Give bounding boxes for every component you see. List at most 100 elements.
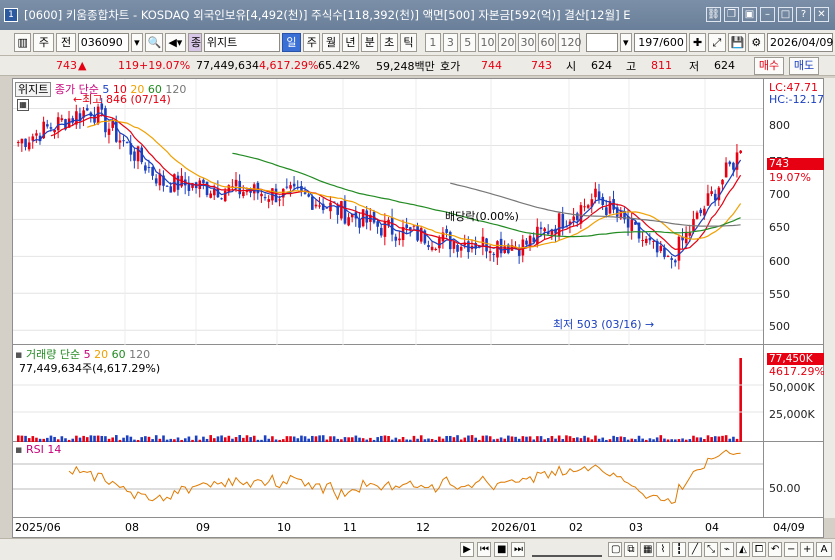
maximize-icon[interactable]: □	[778, 7, 793, 22]
candle-body	[307, 194, 310, 197]
search-icon[interactable]: 🔍	[144, 33, 163, 52]
sell-button[interactable]: 매도	[789, 57, 819, 75]
interval-week-button[interactable]: 주	[303, 33, 321, 52]
settings-icon[interactable]: ⚙	[747, 33, 765, 52]
grid-icon[interactable]: ▦	[640, 542, 654, 557]
candle-body	[220, 198, 223, 200]
stock-name-field: 위지트	[203, 33, 280, 52]
stock-type-badge[interactable]: 종	[187, 33, 202, 52]
minute-30-button[interactable]: 30	[517, 33, 536, 52]
right-scroll-area[interactable]	[824, 78, 835, 518]
speaker-icon[interactable]: ◀▾	[164, 33, 186, 52]
candle-body	[666, 256, 670, 258]
volume-bar	[706, 435, 710, 442]
last-page-icon[interactable]: ⏭	[511, 542, 525, 557]
candle-body	[24, 138, 27, 147]
copy-icon[interactable]: ⧠	[752, 542, 766, 557]
close-icon[interactable]: ✕	[814, 7, 829, 22]
candle-body	[525, 240, 528, 245]
view-mode-icon[interactable]: ▢	[608, 542, 622, 557]
custom-interval-input[interactable]	[585, 33, 618, 52]
code-dropdown-icon[interactable]: ▾	[131, 33, 143, 52]
overlay-icon[interactable]: ⧉	[624, 542, 638, 557]
candle-body	[358, 219, 361, 228]
code-input[interactable]: 036090	[77, 33, 130, 52]
zoom-in-icon[interactable]: +	[800, 542, 814, 557]
area-icon[interactable]: ◭	[736, 542, 750, 557]
minute-10-button[interactable]: 10	[477, 33, 496, 52]
candle-body	[56, 117, 60, 131]
minute-20-button[interactable]: 20	[497, 33, 516, 52]
minimize-icon[interactable]: –	[760, 7, 775, 22]
layout-icon[interactable]: ▥	[14, 33, 32, 52]
candle-body	[732, 162, 735, 170]
candle-body	[107, 128, 111, 135]
candle-body	[245, 191, 249, 193]
interval-tick-button[interactable]: 틱	[399, 33, 418, 52]
y-label-25000k: 25,000K	[769, 408, 815, 421]
panel-settings-icon[interactable]: ▦	[17, 99, 29, 111]
y-label-800: 800	[769, 119, 790, 132]
undo-icon[interactable]: ↶	[768, 542, 782, 557]
page-count-field[interactable]: 197/600	[633, 33, 687, 52]
draw-tool-icon[interactable]: ⤢	[708, 33, 726, 52]
interval-day-button[interactable]: 일	[281, 33, 302, 52]
indicator-icon[interactable]: ⌇	[656, 542, 670, 557]
candle-icon[interactable]: ┇	[672, 542, 686, 557]
interval-minute-button[interactable]: 분	[361, 33, 379, 52]
y-label-650: 650	[769, 221, 790, 234]
interval-month-button[interactable]: 월	[322, 33, 340, 52]
trend-tool-icon[interactable]: ⤡	[704, 542, 718, 557]
minute-3-button[interactable]: 3	[442, 33, 459, 52]
candle-body	[209, 193, 212, 198]
minute-5-button[interactable]: 5	[460, 33, 476, 52]
period-select[interactable]: 주	[33, 33, 55, 52]
zoom-out-icon[interactable]: −	[784, 542, 798, 557]
hc-label: HC:-12.17	[769, 93, 825, 106]
first-page-icon[interactable]: ⏮	[477, 542, 491, 557]
save-icon[interactable]: 💾	[727, 33, 746, 52]
interval-second-button[interactable]: 초	[380, 33, 398, 52]
volume-badge-rate: 4617.29%	[769, 365, 825, 378]
x-label-03: 03	[629, 521, 643, 534]
minute-60-button[interactable]: 60	[537, 33, 556, 52]
interval-year-button[interactable]: 년	[341, 33, 360, 52]
scroll-right-icon[interactable]: ▶	[460, 542, 474, 557]
candle-body	[594, 188, 597, 198]
font-size-icon[interactable]: A	[816, 542, 832, 557]
volume-panel: ▪ 거래량 단순 5 20 60 120 77,449,634주(4,617.2…	[13, 345, 825, 442]
chart-area[interactable]: 위지트 종가 단순 5 10 20 60 120 ▦ ←최고 846 (07/1…	[12, 78, 825, 519]
candle-body	[496, 241, 499, 258]
custom-interval-dropdown-icon[interactable]: ▾	[619, 33, 632, 52]
chart-type-icon[interactable]: ⌁	[720, 542, 734, 557]
title-bar: 1 [0600] 키움종합차트 - KOSDAQ 외국인보유[4,492(천)]…	[0, 0, 835, 30]
link-icon[interactable]: ⛓	[706, 7, 721, 22]
stock-name-label[interactable]: 위지트	[15, 82, 52, 97]
minute-1-button[interactable]: 1	[425, 33, 441, 52]
candle-body	[347, 217, 350, 226]
candle-body	[27, 142, 31, 150]
dividend-annotation: 배당락(0.00%)	[445, 210, 519, 223]
candle-body	[35, 133, 38, 136]
volume-bar	[17, 435, 20, 442]
crosshair-icon[interactable]: ✚	[688, 33, 707, 52]
help-icon[interactable]: ?	[796, 7, 811, 22]
candle-body	[147, 167, 151, 169]
candle-body	[485, 238, 488, 252]
line-tool-icon[interactable]: ╱	[688, 542, 702, 557]
buy-button[interactable]: 매수	[754, 57, 784, 75]
minute-120-button[interactable]: 120	[557, 33, 582, 52]
x-label-10: 10	[277, 521, 291, 534]
candle-body	[492, 253, 496, 255]
rsi-title[interactable]: RSI 14	[26, 443, 61, 456]
date-field[interactable]: 2026/04/09	[766, 33, 833, 52]
prev-button[interactable]: 전	[56, 33, 76, 52]
volume-rate: 4,617.29%	[259, 59, 319, 72]
dock-icon[interactable]: ▣	[742, 7, 757, 22]
zoom-slider[interactable]	[532, 542, 602, 557]
stop-icon[interactable]: ■	[494, 542, 508, 557]
restore-icon[interactable]: ❐	[724, 7, 739, 22]
x-label-08: 08	[125, 521, 139, 534]
rsi-legend: ▪ RSI 14	[15, 443, 61, 456]
volume-bar	[318, 435, 321, 442]
